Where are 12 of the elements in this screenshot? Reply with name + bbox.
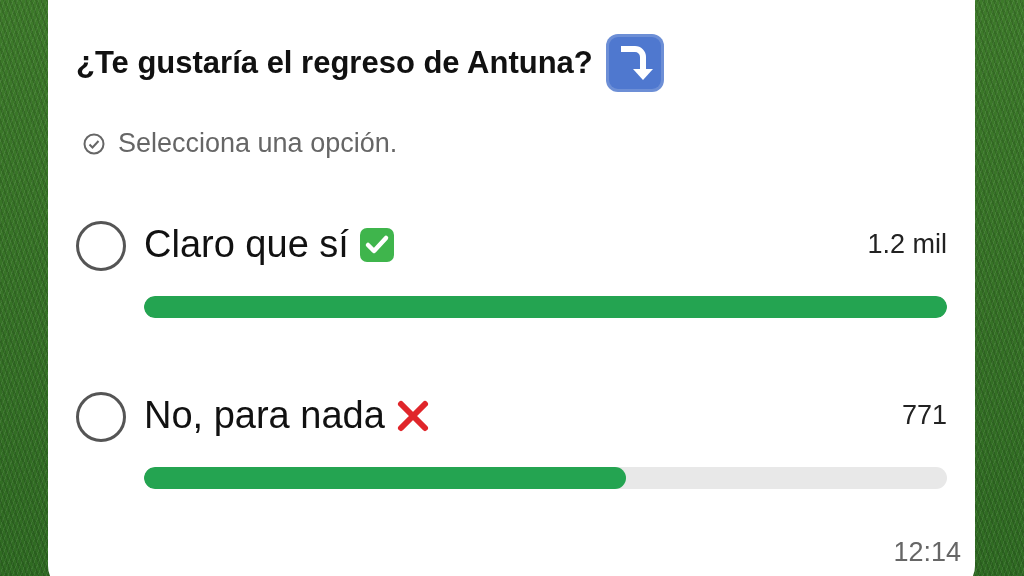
check-circle-icon [82,131,106,156]
radio-button[interactable] [76,221,126,271]
check-mark-icon [358,226,395,263]
arrow-down-icon [604,33,665,93]
option-label: No, para nada [144,394,385,437]
radio-button[interactable] [76,392,126,442]
poll-question: ¿Te gustaría el regreso de Antuna? [76,45,593,81]
poll-hint: Selecciona una opción. [118,128,398,159]
vote-count: 1.2 mil [867,229,947,260]
vote-count: 771 [901,400,947,431]
option-label: Claro que sí [144,223,349,266]
message-time: 12:14 [893,537,961,568]
